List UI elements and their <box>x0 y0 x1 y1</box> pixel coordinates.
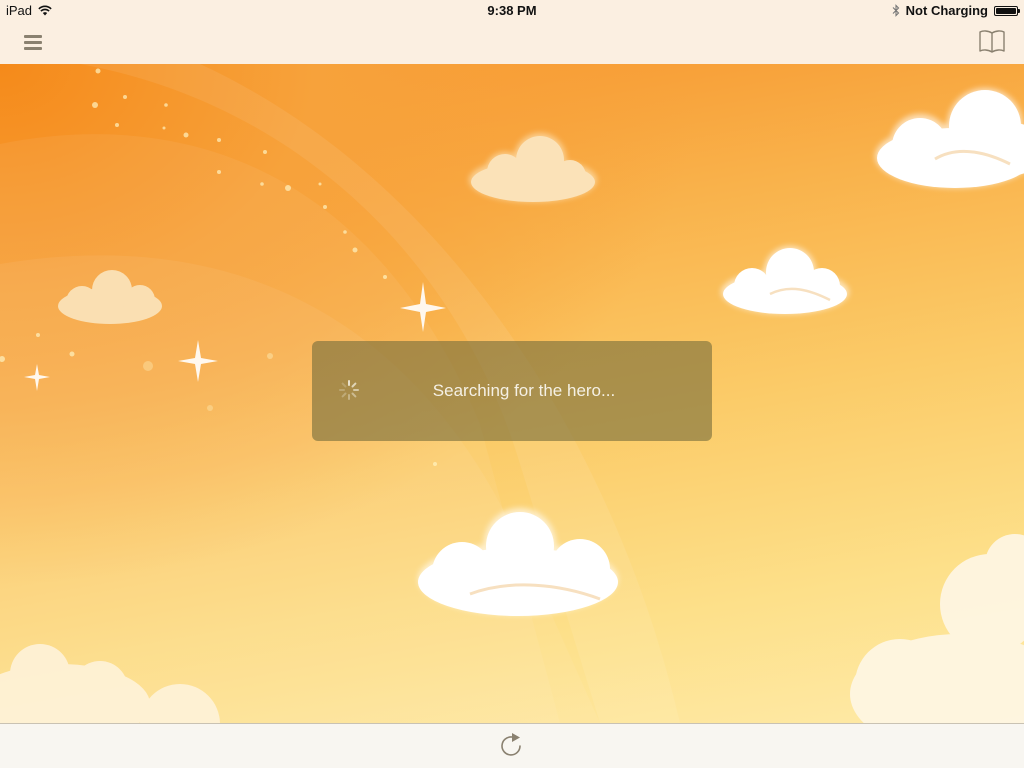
menu-button[interactable] <box>24 32 46 52</box>
status-bar: iPad 9:38 PM Not Charging <box>0 0 1024 22</box>
cloud-bottom-right <box>850 534 1024 723</box>
book-icon[interactable] <box>978 28 1006 54</box>
bottom-toolbar <box>0 723 1024 768</box>
replay-icon[interactable] <box>498 732 526 760</box>
cloud-right-middle <box>721 246 849 314</box>
loading-message: Searching for the hero... <box>432 381 616 400</box>
cloud-top-center <box>469 133 597 202</box>
status-time: 9:38 PM <box>487 3 537 18</box>
nav-bar <box>0 22 1024 64</box>
battery-icon <box>994 5 1020 16</box>
battery-status-label: Not Charging <box>905 3 988 18</box>
cloud-top-right <box>875 88 1024 188</box>
menu-icon <box>24 35 46 50</box>
app-screen: iPad 9:38 PM Not Charging Searching for … <box>0 0 1024 768</box>
loading-hud: Searching for the hero... <box>312 341 712 441</box>
status-right: Not Charging <box>892 3 1020 18</box>
bluetooth-icon <box>892 4 899 17</box>
